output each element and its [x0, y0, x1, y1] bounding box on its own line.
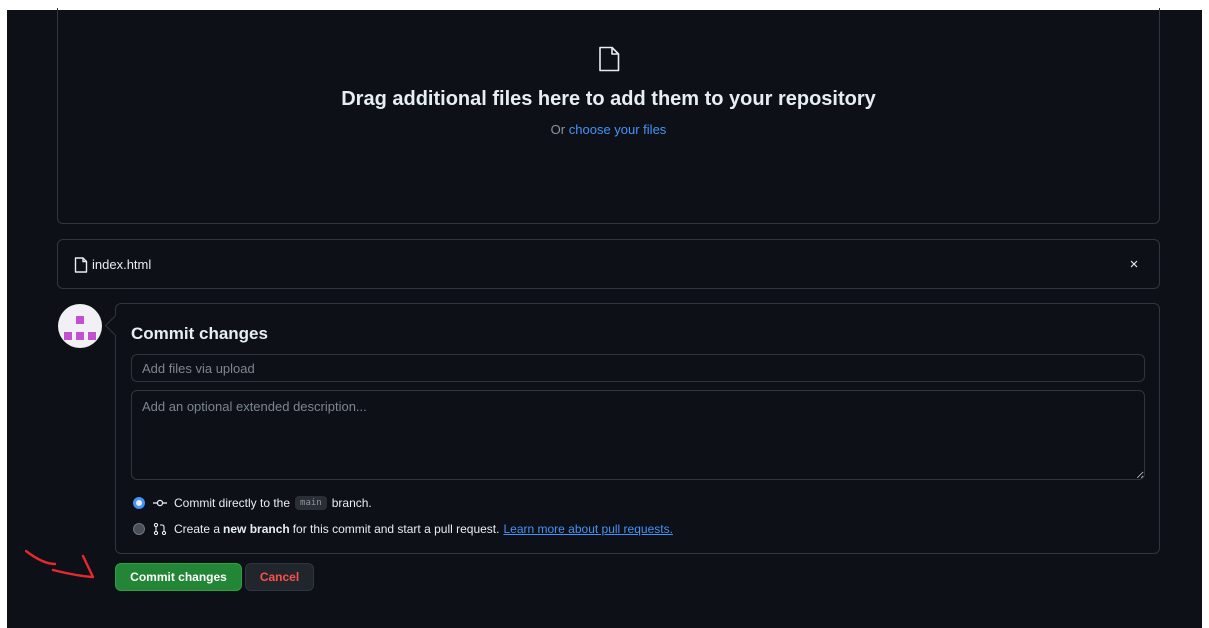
new-branch-text: Create a — [174, 522, 221, 536]
dropzone-prefix: Or — [550, 122, 566, 137]
upload-page: Drag additional files here to add them t… — [7, 8, 1202, 628]
file-name: index.html — [92, 257, 152, 272]
commit-direct-suffix: branch. — [331, 496, 372, 510]
learn-more-link[interactable]: Learn more about pull requests. — [503, 522, 672, 536]
dropzone-subtitle: Or choose your files — [58, 122, 1159, 137]
file-dropzone[interactable]: Drag additional files here to add them t… — [57, 8, 1160, 224]
commit-direct-radio[interactable] — [133, 497, 145, 509]
close-icon[interactable]: × — [1121, 252, 1147, 278]
cancel-button[interactable]: Cancel — [245, 563, 314, 591]
commit-direct-text: Commit directly to the — [174, 496, 291, 510]
branch-name: main — [295, 496, 327, 510]
choose-files-link[interactable]: choose your files — [569, 122, 667, 137]
commit-form: Commit changes Commit directly to the ma… — [115, 303, 1160, 554]
commit-direct-option[interactable]: Commit directly to the main branch. — [133, 494, 372, 512]
new-branch-option[interactable]: Create a new branch for this commit and … — [133, 520, 673, 538]
git-commit-icon — [153, 499, 167, 507]
avatar[interactable] — [58, 304, 102, 348]
file-icon — [74, 257, 88, 273]
commit-summary-input[interactable] — [131, 354, 1145, 382]
red-arrow-annotation — [25, 549, 95, 579]
new-branch-suffix: for this commit and start a pull request… — [292, 522, 500, 536]
dropzone-title: Drag additional files here to add them t… — [341, 88, 876, 110]
commit-description-input[interactable] — [131, 390, 1145, 480]
uploaded-file-row: index.html × — [57, 239, 1160, 289]
git-pull-request-icon — [153, 523, 167, 535]
file-icon — [599, 46, 620, 72]
commit-title: Commit changes — [131, 324, 268, 343]
new-branch-bold: new branch — [223, 522, 290, 536]
new-branch-radio[interactable] — [133, 523, 145, 535]
commit-changes-button[interactable]: Commit changes — [115, 563, 242, 591]
